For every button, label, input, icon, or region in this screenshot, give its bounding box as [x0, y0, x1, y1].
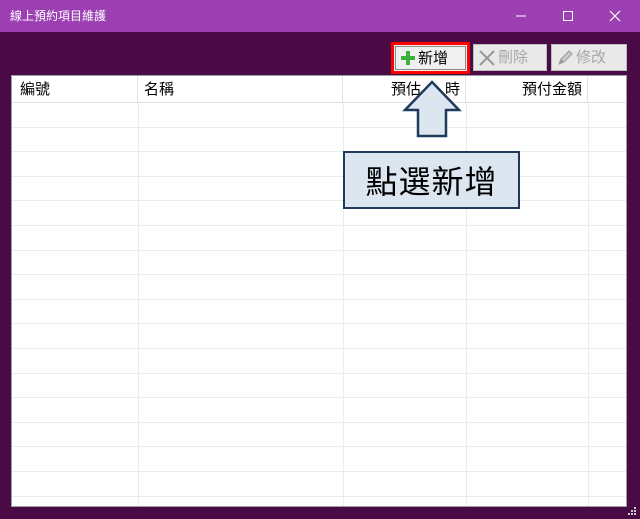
up-arrow-annotation [402, 80, 462, 138]
table-row[interactable] [12, 226, 626, 251]
plus-icon [400, 50, 416, 66]
table-row[interactable] [12, 374, 626, 399]
table-row[interactable] [12, 398, 626, 423]
table-row[interactable] [12, 300, 626, 325]
column-header-id[interactable]: 編號 [12, 76, 138, 102]
window-title: 線上預約項目維護 [10, 9, 107, 23]
resize-grip-icon[interactable] [627, 506, 637, 516]
table-row[interactable] [12, 324, 626, 349]
add-button[interactable]: 新增 [391, 42, 470, 74]
maximize-button[interactable] [545, 0, 591, 32]
delete-button[interactable]: 刪除 [473, 44, 547, 71]
table-row[interactable] [12, 103, 626, 128]
table-row[interactable] [12, 423, 626, 448]
close-button[interactable] [592, 0, 638, 32]
data-grid[interactable]: 編號 名稱 預估時 預付金額 [11, 75, 627, 507]
table-row[interactable] [12, 349, 626, 374]
table-row[interactable] [12, 201, 626, 226]
table-row[interactable] [12, 251, 626, 276]
callout-box: 點選新增 [343, 151, 520, 209]
delete-button-label: 刪除 [498, 48, 529, 66]
edit-button-label: 修改 [576, 48, 607, 66]
add-button-face[interactable]: 新增 [395, 46, 466, 70]
close-icon [609, 10, 621, 22]
minimize-icon [516, 15, 526, 17]
table-row[interactable] [12, 275, 626, 300]
column-header-name[interactable]: 名稱 [138, 76, 343, 102]
table-row[interactable] [12, 472, 626, 497]
grid-rows [12, 103, 626, 497]
grid-header: 編號 名稱 預估時 預付金額 [12, 76, 626, 103]
table-row[interactable] [12, 152, 626, 177]
x-icon [478, 49, 496, 67]
table-row[interactable] [12, 128, 626, 153]
edit-button[interactable]: 修改 [551, 44, 627, 71]
table-row[interactable] [12, 447, 626, 472]
maximize-icon [563, 11, 573, 21]
minimize-button[interactable] [498, 0, 544, 32]
table-row[interactable] [12, 177, 626, 202]
pencil-icon [556, 49, 574, 67]
title-bar: 線上預約項目維護 [0, 0, 640, 32]
add-button-label: 新增 [418, 48, 449, 67]
column-header-prepay[interactable]: 預付金額 [466, 76, 588, 102]
